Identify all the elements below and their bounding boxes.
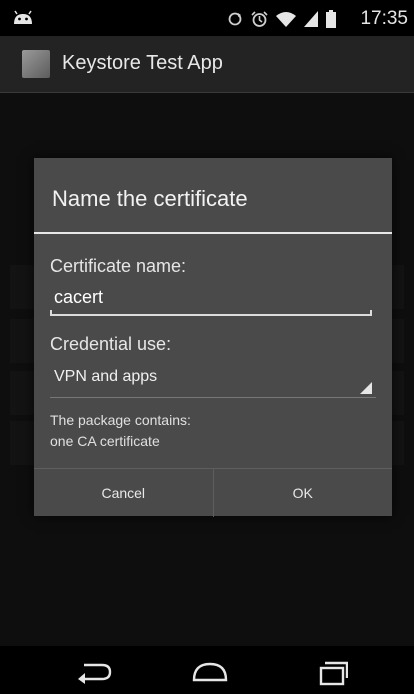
status-bar: 17:35: [0, 0, 414, 36]
package-info-line: The package contains:: [50, 412, 191, 428]
package-info: The package contains: one CA certificate: [50, 410, 191, 452]
certificate-name-input[interactable]: [50, 282, 376, 312]
cancel-button[interactable]: Cancel: [34, 469, 213, 517]
dialog-title: Name the certificate: [52, 186, 248, 211]
sync-icon: [228, 12, 242, 26]
spinner-underline: [50, 397, 376, 398]
app-icon[interactable]: [22, 50, 50, 78]
certificate-dialog: Name the certificate Certificate name: C…: [34, 158, 392, 517]
alarm-icon: [251, 10, 268, 27]
android-debug-icon: [14, 10, 32, 24]
signal-icon: [304, 11, 318, 27]
credential-use-label: Credential use:: [50, 334, 172, 354]
input-underline-tick: [370, 310, 372, 316]
dropdown-triangle-icon: [360, 382, 372, 394]
package-info-line: one CA certificate: [50, 433, 160, 449]
credential-use-spinner[interactable]: VPN and apps: [50, 362, 376, 398]
recents-icon[interactable]: [316, 660, 348, 686]
dialog-button-bar: Cancel OK: [34, 468, 392, 517]
battery-icon: [326, 10, 336, 28]
credential-use-value: VPN and apps: [54, 368, 158, 385]
status-time: 17:35: [360, 8, 408, 29]
certificate-name-label: Certificate name:: [50, 256, 187, 276]
back-icon[interactable]: [74, 660, 114, 684]
title-divider: [34, 232, 392, 234]
input-underline: [50, 314, 372, 316]
navigation-bar: [0, 646, 414, 694]
action-bar: Keystore Test App: [0, 36, 414, 93]
ok-button[interactable]: OK: [214, 469, 393, 517]
certificate-name-field-wrapper: [50, 282, 376, 316]
wifi-icon: [276, 12, 296, 27]
app-title: Keystore Test App: [62, 52, 223, 74]
home-icon[interactable]: [190, 660, 230, 684]
